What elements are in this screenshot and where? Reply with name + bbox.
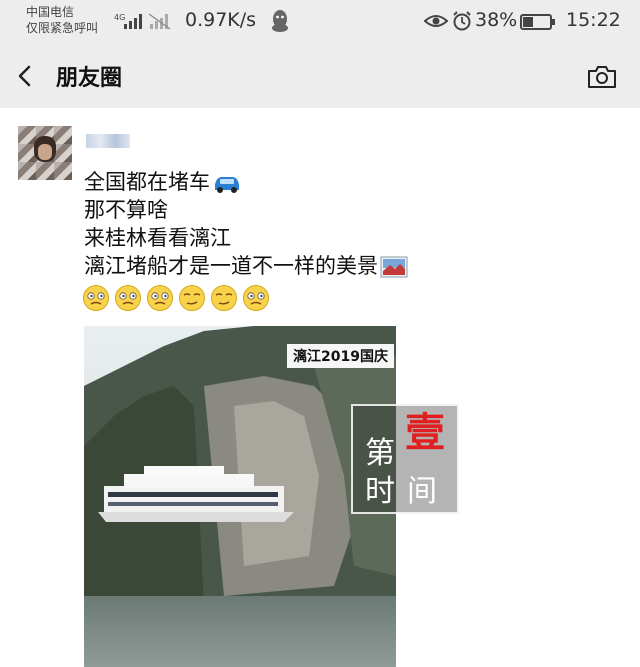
post-line-text: 全国都在堵车 bbox=[84, 170, 210, 194]
post-line-4: 漓江堵船才是一道不一样的美景 bbox=[84, 252, 408, 280]
squint-face-emoji-icon bbox=[115, 285, 142, 311]
alarm-clock-icon bbox=[453, 11, 471, 31]
post-line-1: 全国都在堵车 bbox=[84, 168, 408, 196]
back-arrow-icon[interactable] bbox=[14, 64, 38, 88]
squint-face-emoji-icon bbox=[83, 285, 109, 311]
network-type-label: 4G bbox=[114, 13, 125, 22]
li-river-scene-image bbox=[84, 326, 396, 667]
post-text: 全国都在堵车 那不算啥 来桂林看看漓江 漓江堵船才是一道不一样的美景 bbox=[84, 168, 408, 280]
battery-percent: 38% bbox=[475, 9, 518, 31]
carrier-name: 中国电信 bbox=[26, 5, 75, 19]
avatar[interactable] bbox=[18, 126, 72, 180]
scenery-image-emoji-icon bbox=[380, 256, 408, 278]
skeptical-face-emoji-icon bbox=[179, 285, 206, 311]
emoji-row bbox=[82, 284, 270, 312]
moments-post: 全国都在堵车 那不算啥 来桂林看看漓江 漓江堵船才是一道不一样的美景 漓江201… bbox=[0, 108, 640, 667]
watermark-char: 时 bbox=[365, 474, 395, 509]
watermark-char: 间 bbox=[407, 474, 437, 509]
signal-strength-icon: 4G bbox=[114, 13, 171, 30]
watermark-logo: 第 壹 时 间 bbox=[351, 404, 459, 514]
carrier-emergency-text: 仅限紧急呼叫 bbox=[26, 21, 99, 35]
status-bar: 中国电信 仅限紧急呼叫 4G 0.97K/s 38% 15:22 bbox=[0, 0, 640, 44]
carrier-info: 中国电信 仅限紧急呼叫 bbox=[26, 4, 98, 36]
video-thumbnail[interactable]: 漓江2019国庆 bbox=[84, 326, 396, 667]
title-bar: 朋友圈 bbox=[0, 44, 640, 108]
page-title: 朋友圈 bbox=[56, 66, 123, 91]
squint-face-emoji-icon bbox=[147, 285, 174, 311]
camera-icon[interactable] bbox=[586, 64, 618, 90]
car-emoji-icon bbox=[215, 177, 239, 193]
qq-penguin-icon bbox=[272, 10, 288, 32]
video-caption: 漓江2019国庆 bbox=[287, 344, 394, 368]
post-line-2: 那不算啥 bbox=[84, 198, 168, 222]
status-time: 15:22 bbox=[566, 9, 621, 31]
squint-face-emoji-icon bbox=[243, 285, 270, 311]
post-line-text: 漓江堵船才是一道不一样的美景 bbox=[84, 254, 378, 278]
eye-comfort-icon bbox=[424, 15, 448, 27]
watermark-char: 壹 bbox=[405, 409, 445, 456]
battery-icon bbox=[520, 14, 555, 30]
skeptical-face-emoji-icon bbox=[211, 285, 238, 311]
username[interactable] bbox=[86, 134, 130, 148]
post-line-3: 来桂林看看漓江 bbox=[84, 226, 231, 250]
network-speed: 0.97K/s bbox=[185, 9, 257, 31]
